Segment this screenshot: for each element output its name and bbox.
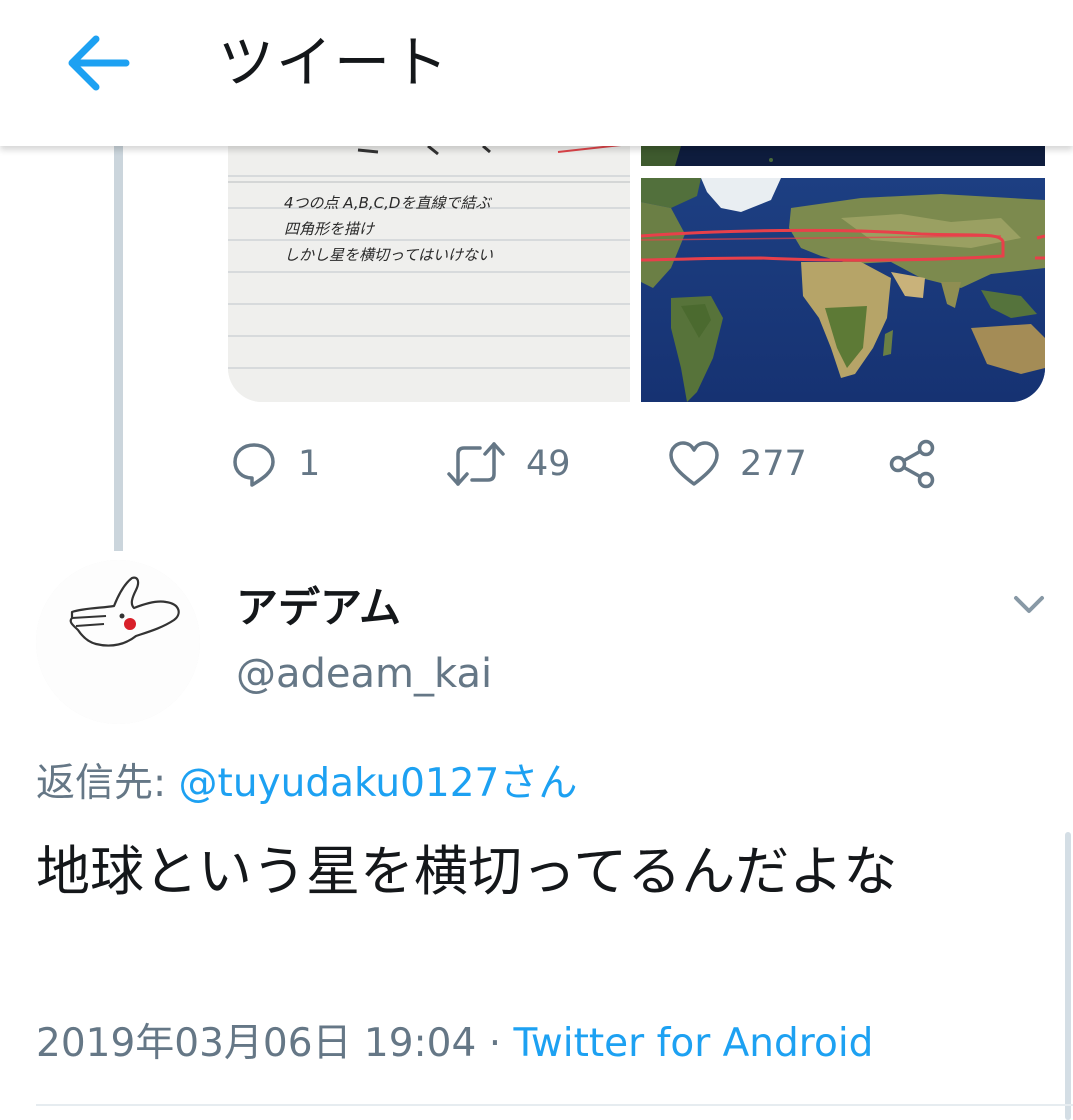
arrow-left-icon: [68, 35, 130, 91]
top-app-bar: ツイート: [0, 0, 1073, 146]
reply-icon: [233, 443, 275, 487]
notebook-line-3: しかし星を横切ってはいけない: [284, 246, 493, 264]
meta-separator: ·: [476, 1021, 514, 1066]
user-handle[interactable]: @adeam_kai: [236, 644, 492, 704]
like-icon: [669, 441, 719, 486]
reply-button[interactable]: 1: [230, 436, 320, 492]
share-button[interactable]: [888, 436, 938, 492]
media-image-world-map[interactable]: [641, 178, 1045, 402]
media-image-map-top[interactable]: [641, 146, 1045, 166]
notebook-line-2: 四角形を描け: [284, 220, 376, 238]
tweet-meta: 2019年03月06日 19:04 · Twitter for Android: [36, 1016, 873, 1072]
tweet-options-button[interactable]: [1008, 584, 1050, 624]
like-count: 277: [740, 444, 807, 484]
like-button[interactable]: 277: [668, 436, 807, 492]
retweet-button[interactable]: 49: [446, 436, 571, 492]
avatar[interactable]: [36, 560, 200, 724]
reply-to-mention-link[interactable]: @tuyudaku0127さん: [179, 761, 578, 806]
page-title: ツイート: [218, 31, 450, 96]
scrollbar[interactable]: [1065, 832, 1071, 1120]
reply-to-line: 返信先: @tuyudaku0127さん: [36, 756, 577, 812]
divider: [36, 1104, 1073, 1106]
reply-to-prefix: 返信先:: [36, 761, 179, 806]
tweet-text: 地球という星を横切ってるんだよな: [36, 840, 898, 903]
back-button[interactable]: [58, 30, 136, 96]
chevron-down-icon: [1014, 596, 1044, 613]
source-link[interactable]: Twitter for Android: [514, 1021, 874, 1066]
share-icon: [889, 439, 935, 489]
thread-line: [114, 146, 123, 551]
timestamp: 2019年03月06日 19:04: [36, 1021, 477, 1066]
display-name[interactable]: アデアム: [236, 578, 401, 638]
reply-count: 1: [298, 444, 321, 484]
retweet-count: 49: [526, 444, 571, 484]
retweet-icon: [447, 442, 505, 486]
notebook-line-1: 4つの点 A,B,C,Dを直線で結ぶ: [284, 194, 492, 212]
media-image-notebook[interactable]: 4つの点 A,B,C,Dを直線で結ぶ 四角形を描け しかし星を横切ってはいけない: [228, 146, 630, 402]
